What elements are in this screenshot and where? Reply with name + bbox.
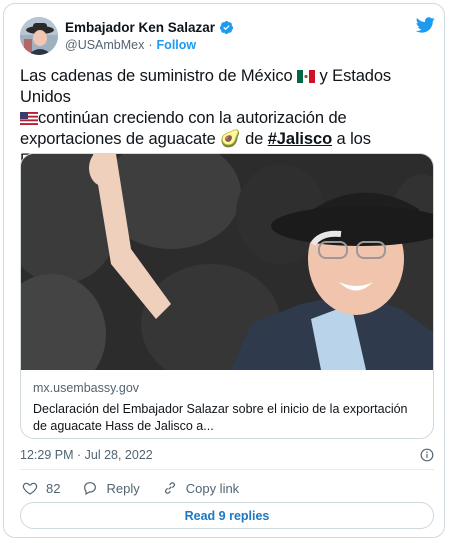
hashtag-jalisco-link[interactable]: #Jalisco [268, 130, 332, 148]
link-icon [164, 482, 175, 494]
copy-link-button[interactable]: Copy link [162, 480, 239, 496]
read-replies-button[interactable]: Read 9 replies [20, 502, 434, 529]
reply-label: Reply [106, 480, 140, 496]
verified-badge-icon [219, 20, 234, 35]
copy-link-label: Copy link [185, 480, 240, 496]
tweet-text-segment: Las cadenas de suministro de México [20, 67, 293, 85]
mexico-flag-icon [297, 70, 316, 83]
tweet-timestamp[interactable]: 12:29 PM · Jul 28, 2022 [20, 448, 153, 462]
author-name-row[interactable]: Embajador Ken Salazar [65, 20, 234, 35]
author-name[interactable]: Embajador Ken Salazar [65, 20, 215, 35]
tweet-card: Embajador Ken Salazar @USAmbMex · Follow… [3, 3, 445, 538]
avatar[interactable] [20, 17, 58, 55]
timestamp-row: 12:29 PM · Jul 28, 2022 [20, 448, 434, 462]
like-button[interactable]: 82 [22, 480, 60, 496]
info-icon[interactable] [420, 448, 434, 462]
separator-dot: · [148, 38, 153, 52]
link-preview-card[interactable]: mx.usembassy.gov Declaración del Embajad… [20, 153, 434, 439]
reply-bubble-icon [84, 482, 97, 496]
author-handle-row: @USAmbMex · Follow [65, 38, 196, 52]
action-bar: 82 Reply Copy link [22, 480, 261, 496]
avocado-emoji-icon: 🥑 [220, 130, 241, 148]
like-count: 82 [46, 480, 61, 496]
link-domain: mx.usembassy.gov [33, 381, 140, 395]
author-handle[interactable]: @USAmbMex [65, 38, 144, 52]
tweet-text-segment: de [245, 130, 264, 148]
twitter-bird-icon[interactable] [414, 15, 436, 35]
heart-icon [22, 482, 38, 495]
link-title: Declaración del Embajador Salazar sobre … [33, 402, 408, 433]
link-meta: mx.usembassy.gov Declaración del Embajad… [33, 381, 423, 435]
reply-button[interactable]: Reply [82, 480, 140, 496]
follow-button[interactable]: Follow [157, 38, 197, 52]
preview-photo [21, 154, 433, 370]
usa-flag-icon [20, 112, 38, 125]
divider [20, 469, 434, 470]
